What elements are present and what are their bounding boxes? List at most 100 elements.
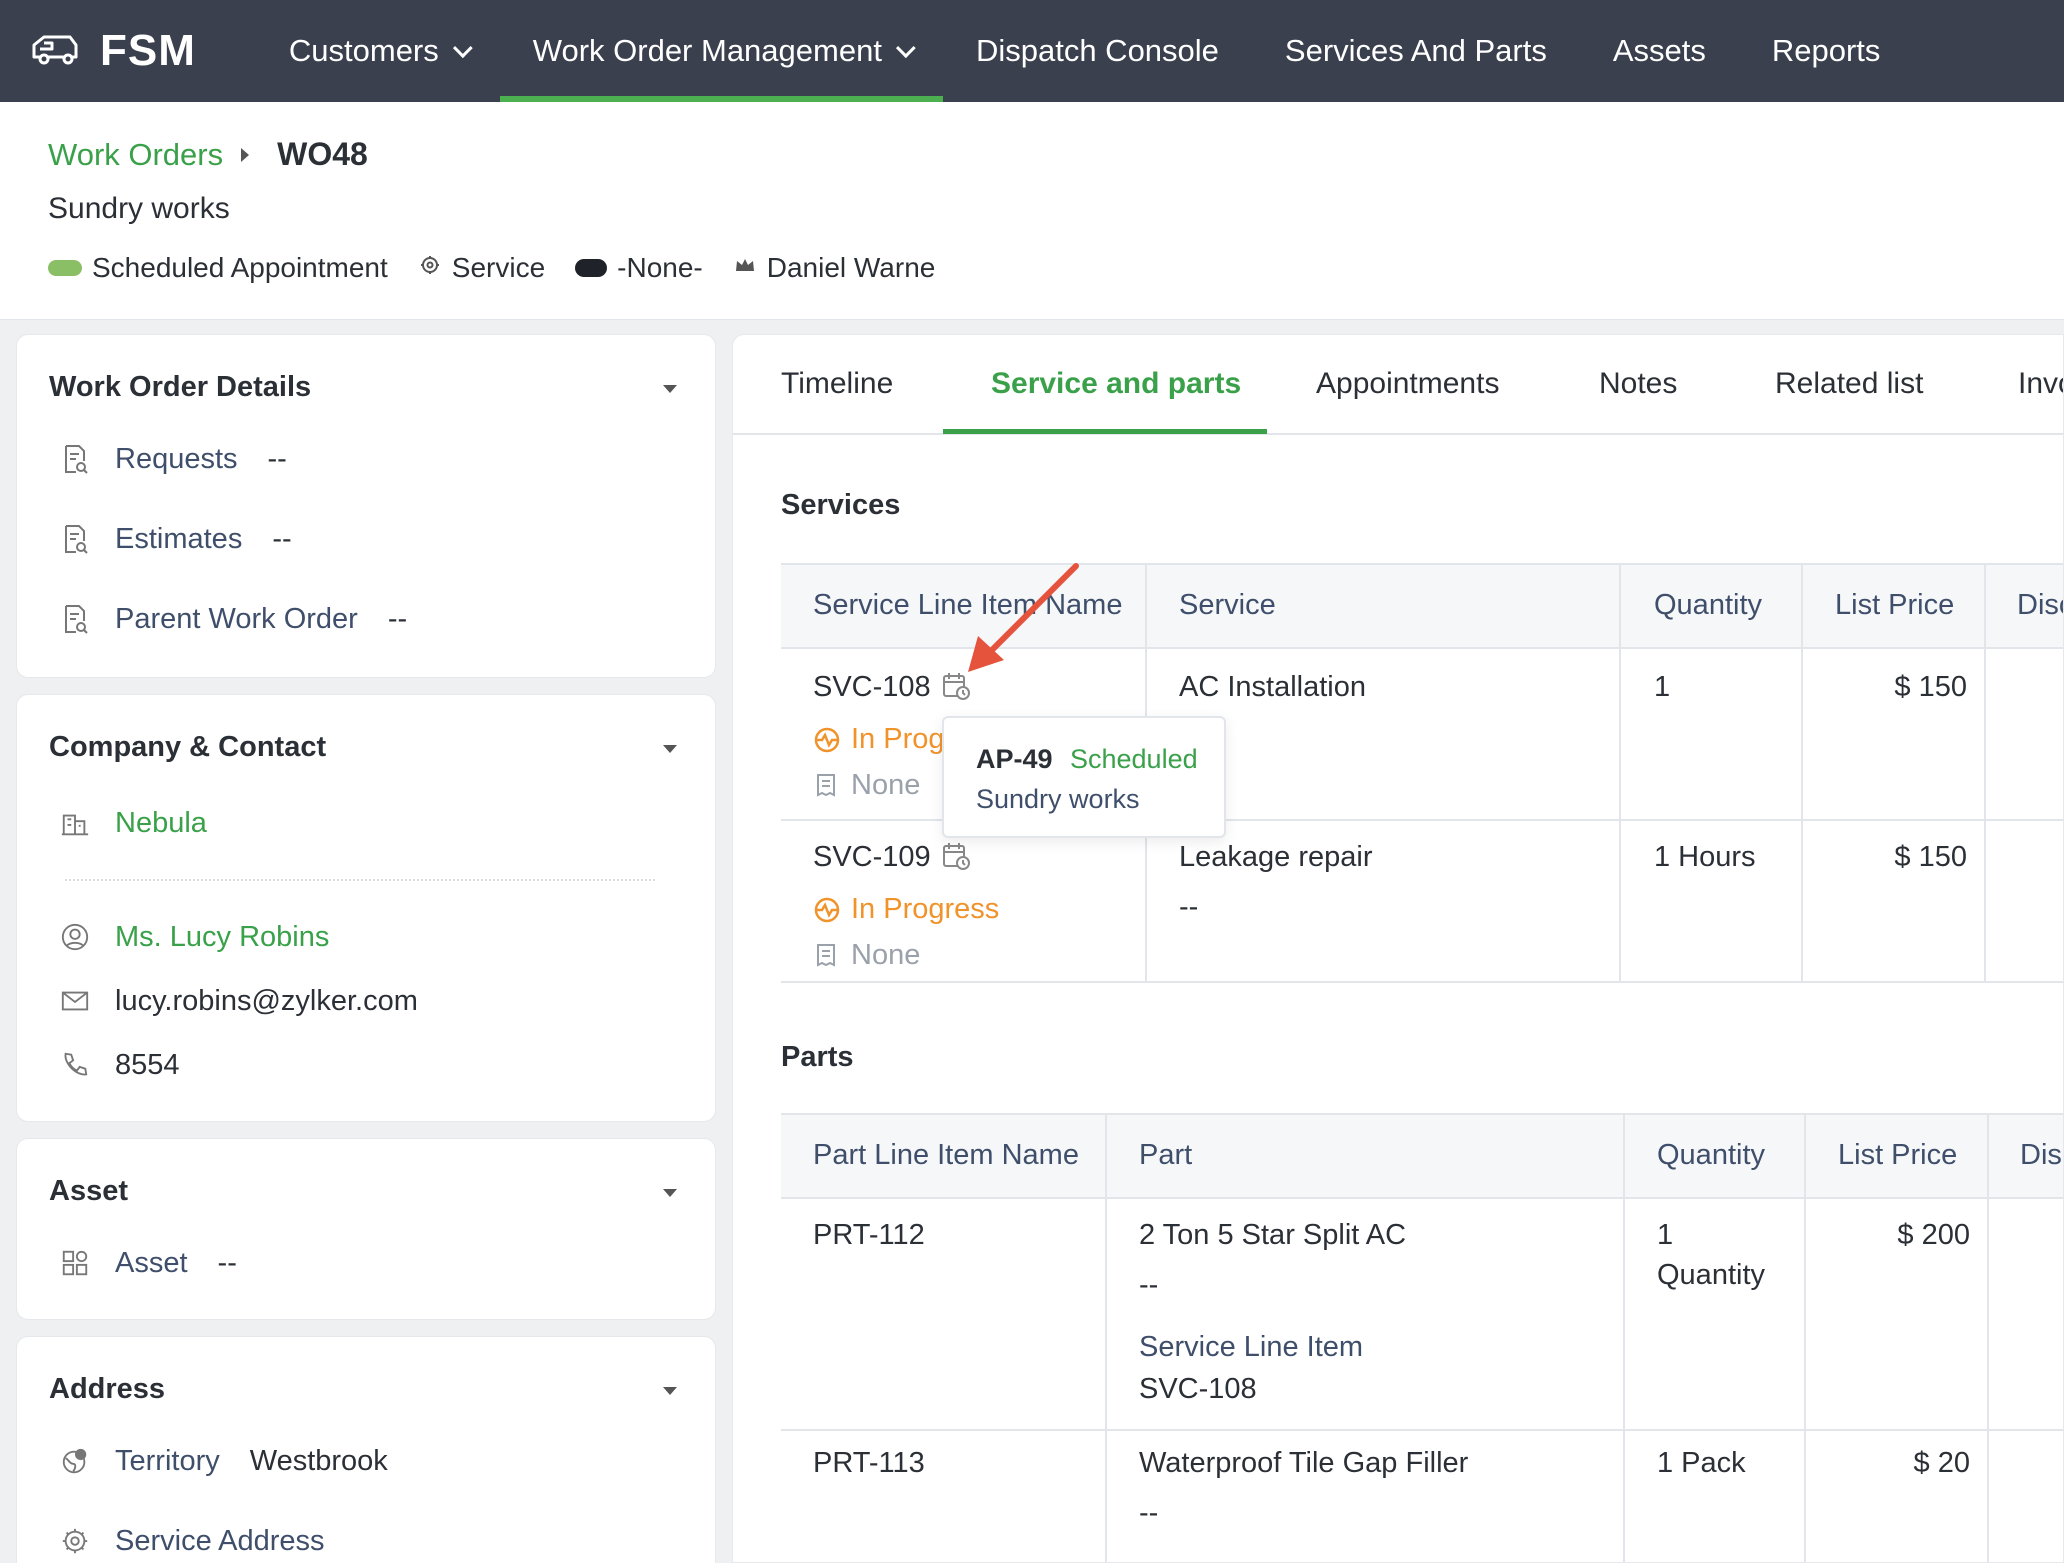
breadcrumb-current: WO48 [277,136,368,172]
globe-pin-icon [57,1443,93,1479]
user-circle-icon [57,919,93,955]
estimates-value: -- [272,522,292,555]
appointment-id[interactable]: AP-49 [976,744,1053,775]
gear-pin-icon [57,1523,93,1559]
requests-label[interactable]: Requests [115,443,238,476]
quantity-unit: Quantity [1657,1259,1765,1291]
nav-dispatch-console[interactable]: Dispatch Console [943,0,1252,102]
annotation-arrow-icon [968,563,1079,672]
appointment-tooltip: AP-49 Scheduled Sundry works [942,716,1226,838]
nav-customers-label: Customers [288,33,439,68]
status-pill-icon [48,260,82,276]
status-chip: Scheduled Appointment [48,252,388,284]
list-price: $ 20 [1913,1447,1970,1479]
tab-bar: Timeline Service and parts Appointments … [733,335,2063,435]
tab-invoices[interactable]: Invo [2018,367,2063,401]
list-price: $ 200 [1897,1219,1970,1251]
activity-icon [814,727,840,752]
nav-work-order-management-label: Work Order Management [532,33,882,68]
sub-status-label: None [851,769,921,801]
company-link[interactable]: Nebula [115,807,207,840]
service-line-item-value[interactable]: SVC-108 [1139,1373,1257,1406]
brand[interactable]: FSM [30,26,196,76]
nav-services-and-parts[interactable]: Services And Parts [1252,0,1580,102]
column-header[interactable]: Quantity [1657,1139,1765,1172]
type-chip: Service [418,252,545,284]
service-line-item-name[interactable]: SVC-109 [813,841,931,874]
breadcrumb-work-orders-link[interactable]: Work Orders [48,137,223,173]
panel-title: Asset [49,1175,128,1207]
priority-label: -None- [617,252,703,283]
status-label: Scheduled Appointment [92,252,388,283]
main-content: Timeline Service and parts Appointments … [732,334,2064,1563]
service-name: Leakage repair [1179,841,1373,873]
priority-pill-icon [575,259,608,277]
column-header[interactable]: Part Line Item Name [813,1139,1079,1172]
collapse-caret-icon[interactable] [663,1189,677,1197]
tab-appointments[interactable]: Appointments [1316,367,1499,401]
email-row: lucy.robins@zylker.com [57,983,418,1019]
tab-related-list[interactable]: Related list [1775,367,1923,401]
contact-row: Ms. Lucy Robins [57,919,329,955]
tab-notes[interactable]: Notes [1599,367,1677,401]
document-search-icon [57,601,93,637]
grid-icon [57,1245,93,1281]
column-header[interactable]: List Price [1838,1139,1957,1172]
asset-row: Asset -- [57,1245,237,1281]
contact-link[interactable]: Ms. Lucy Robins [115,921,329,954]
calendar-clock-icon[interactable] [941,841,971,871]
column-divider [1623,1113,1625,1562]
status-label: In Progress [851,893,1000,925]
appointment-subtitle: Sundry works [976,784,1140,814]
tab-timeline[interactable]: Timeline [781,367,893,401]
column-header[interactable]: Disc [2017,589,2063,622]
column-header[interactable]: List Price [1835,589,1954,622]
quantity: 1 [1657,1219,1674,1251]
service-line-item-name[interactable]: SVC-108 [813,671,931,704]
column-header[interactable]: Quantity [1654,589,1762,622]
column-divider [1801,563,1803,983]
work-order-title: Sundry works [48,192,230,225]
panel-title: Work Order Details [49,371,312,403]
receipt-icon [817,943,835,967]
part-line-item-name[interactable]: PRT-113 [813,1447,925,1480]
nav-reports-label: Reports [1771,33,1881,68]
column-header[interactable]: Service [1179,589,1276,622]
service-line-item-label: Service Line Item [1139,1331,1364,1363]
document-search-icon [57,521,93,557]
column-divider [1804,1113,1806,1562]
address-panel: Address Territory Westbrook Service Addr… [16,1336,716,1563]
collapse-caret-icon[interactable] [663,745,677,753]
part-name: 2 Ton 5 Star Split AC [1139,1219,1407,1251]
nav-reports[interactable]: Reports [1739,0,1914,102]
asset-label[interactable]: Asset [115,1247,188,1280]
tab-service-and-parts[interactable]: Service and parts [991,367,1241,401]
nav-assets[interactable]: Assets [1580,0,1739,102]
email-value[interactable]: lucy.robins@zylker.com [115,985,418,1018]
work-order-details-panel: Work Order Details Requests -- Estimates… [16,334,716,678]
breadcrumb: Work Orders WO48 [48,136,368,173]
caret-right-icon [241,147,250,162]
quantity: 1 Hours [1654,841,1756,873]
nav-work-order-management[interactable]: Work Order Management [499,0,944,102]
part-line-item-name[interactable]: PRT-112 [813,1219,925,1252]
estimates-label[interactable]: Estimates [115,523,242,556]
chevron-down-icon [452,38,473,59]
phone-icon [57,1047,93,1083]
column-header[interactable]: Dis [2020,1139,2062,1172]
part-name: Waterproof Tile Gap Filler [1139,1447,1469,1479]
sub-status-label: None [851,939,921,971]
collapse-caret-icon[interactable] [663,385,677,393]
nav-customers[interactable]: Customers [256,0,500,102]
owner-label: Daniel Warne [766,252,936,283]
parent-work-order-label[interactable]: Parent Work Order [115,603,358,636]
panel-title: Address [49,1373,166,1405]
appointment-status: Scheduled [1070,744,1198,774]
column-header[interactable]: Part [1139,1139,1192,1172]
phone-value[interactable]: 8554 [115,1049,180,1082]
territory-label: Territory [115,1444,220,1477]
mail-icon [57,983,93,1019]
collapse-caret-icon[interactable] [663,1387,677,1395]
asset-panel: Asset Asset -- [16,1138,716,1320]
requests-row: Requests -- [57,441,287,477]
